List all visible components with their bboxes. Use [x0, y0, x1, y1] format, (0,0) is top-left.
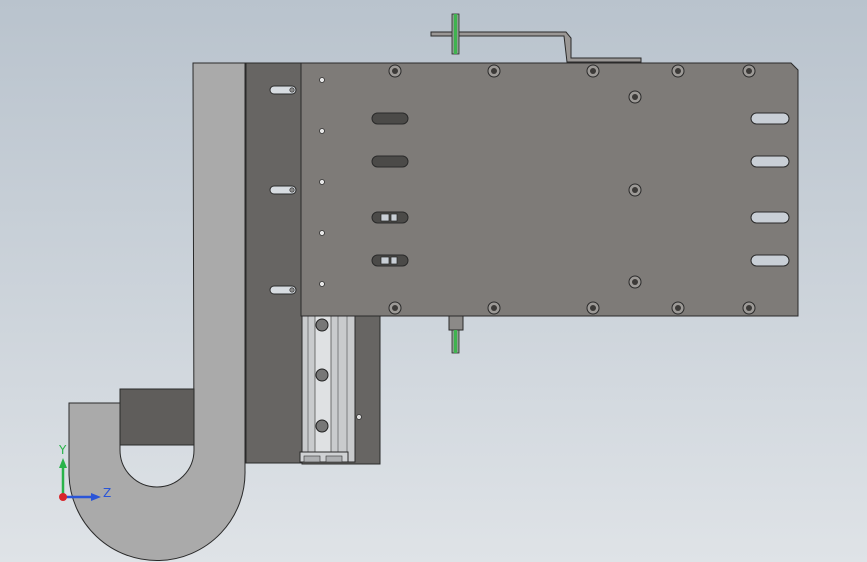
slot-outline — [750, 155, 790, 168]
slot-icon — [269, 285, 297, 295]
slot-pin — [289, 87, 295, 93]
axis-z-label: Z — [103, 486, 112, 500]
screw-head-icon[interactable] — [671, 64, 685, 78]
small-hole — [319, 77, 325, 83]
screw-socket — [491, 305, 497, 311]
screw-head-icon[interactable] — [586, 301, 600, 315]
screw-socket — [590, 305, 596, 311]
slot-pin — [289, 187, 295, 193]
slot-icon — [371, 254, 409, 267]
screw-head-icon[interactable] — [742, 301, 756, 315]
slot-insert — [390, 213, 398, 222]
slot-outline — [371, 254, 409, 267]
rail-channel — [314, 315, 332, 463]
screw-socket — [632, 94, 638, 100]
top-bracket[interactable] — [430, 31, 642, 63]
bottom-sensor-mount[interactable] — [448, 315, 464, 331]
screw-socket — [590, 68, 596, 74]
cable-gland[interactable] — [119, 388, 195, 446]
screw-socket — [746, 68, 752, 74]
carriage-block[interactable] — [245, 62, 303, 464]
screw-head-icon[interactable] — [315, 419, 329, 433]
screw-head-icon[interactable] — [586, 64, 600, 78]
slot-insert — [380, 256, 390, 265]
slot-pin — [289, 287, 295, 293]
screw-head-icon[interactable] — [487, 64, 501, 78]
screw-head-icon[interactable] — [388, 301, 402, 315]
cable-carrier-profile[interactable] — [68, 62, 246, 561]
cad-viewport[interactable]: Y Z — [0, 0, 867, 562]
slot-outline — [371, 211, 409, 224]
small-hole — [319, 128, 325, 134]
screw-head-icon[interactable] — [628, 183, 642, 197]
small-hole — [356, 414, 362, 420]
slot-icon — [750, 155, 790, 168]
slot-icon — [371, 112, 409, 125]
screw-head-icon[interactable] — [671, 301, 685, 315]
slot-outline — [750, 112, 790, 125]
slot-insert — [380, 213, 390, 222]
sensor-icon — [454, 330, 457, 353]
slot-icon — [750, 254, 790, 267]
slot-outline — [371, 155, 409, 168]
cad-model[interactable] — [0, 0, 867, 562]
slot-outline — [750, 211, 790, 224]
screw-socket — [675, 68, 681, 74]
slot-insert — [390, 256, 398, 265]
screw-head-icon[interactable] — [742, 64, 756, 78]
screw-head-icon[interactable] — [628, 90, 642, 104]
screw-head-icon[interactable] — [388, 64, 402, 78]
slot-outline — [371, 112, 409, 125]
screw-head-icon[interactable] — [315, 368, 329, 382]
small-hole — [319, 179, 325, 185]
slot-icon — [750, 211, 790, 224]
screw-head-icon[interactable] — [487, 301, 501, 315]
small-hole — [319, 230, 325, 236]
slot-icon — [371, 155, 409, 168]
screw-socket — [675, 305, 681, 311]
main-plate[interactable] — [300, 62, 799, 317]
slot-icon — [371, 211, 409, 224]
top-sensor-icon — [454, 14, 457, 54]
axis-y-label: Y — [59, 443, 67, 457]
screw-socket — [632, 279, 638, 285]
screw-head-icon[interactable] — [315, 318, 329, 332]
slot-icon — [750, 112, 790, 125]
screw-socket — [392, 68, 398, 74]
screw-socket — [392, 305, 398, 311]
slot-outline — [750, 254, 790, 267]
slot-icon — [269, 185, 297, 195]
small-hole — [319, 281, 325, 287]
screw-head-icon[interactable] — [628, 275, 642, 289]
screw-socket — [746, 305, 752, 311]
screw-socket — [632, 187, 638, 193]
screw-socket — [491, 68, 497, 74]
slot-icon — [269, 85, 297, 95]
